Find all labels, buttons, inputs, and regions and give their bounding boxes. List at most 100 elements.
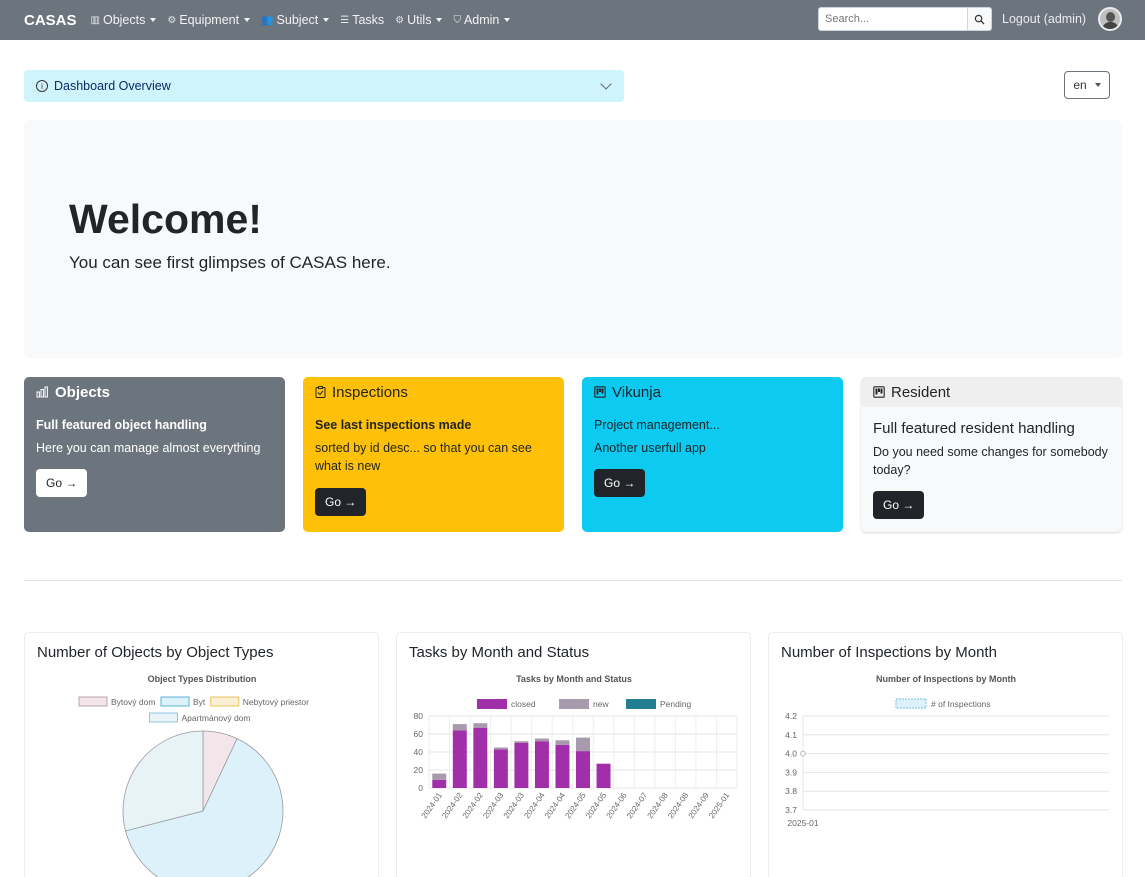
inspections-card-title: Inspections xyxy=(332,383,408,401)
resident-card-header: Resident xyxy=(861,377,1122,407)
resident-card-title: Resident xyxy=(891,383,951,401)
objects-card-text: Here you can manage almost everything xyxy=(36,441,261,455)
y-tick-label: 3.9 xyxy=(785,767,797,777)
nav-equipment-label: Equipment xyxy=(179,13,240,27)
inspections-chart-card: Number of Inspections by Month Number of… xyxy=(768,632,1123,877)
vikunja-go-button[interactable]: Go → xyxy=(594,469,646,497)
shield-icon: ⛉ xyxy=(453,14,461,26)
legend-swatch xyxy=(626,699,656,709)
resident-card-text: Do you need some changes for somebody to… xyxy=(873,445,1108,477)
chart-title: Tasks by Month and Status xyxy=(516,674,632,684)
caret-down-icon xyxy=(1094,83,1101,87)
y-tick-label: 80 xyxy=(414,711,424,721)
vikunja-card-header: Vikunja xyxy=(582,377,843,407)
y-tick-label: 4.2 xyxy=(785,711,797,721)
chart-title: Object Types Distribution xyxy=(148,674,257,684)
legend-swatch xyxy=(477,699,507,709)
caret-down-icon xyxy=(323,18,330,22)
search-input[interactable] xyxy=(818,7,968,31)
bar-closed xyxy=(576,751,590,788)
objects-go-button[interactable]: Go → xyxy=(36,469,88,497)
y-tick-label: 3.8 xyxy=(785,786,797,796)
inspections-card-header: Inspections xyxy=(303,377,564,407)
hero-title: Welcome! xyxy=(69,196,262,242)
list-icon: ☰ xyxy=(340,14,350,26)
bar-new xyxy=(555,740,570,745)
bar-closed xyxy=(555,744,570,788)
bar-closed xyxy=(534,741,549,788)
y-tick-label: 3.7 xyxy=(785,805,797,815)
bar-closed xyxy=(596,763,611,788)
objects-card-header: Objects xyxy=(24,377,285,407)
y-tick-label: 20 xyxy=(414,765,424,775)
bar-new xyxy=(514,741,529,743)
y-tick-label: 4.1 xyxy=(785,730,797,740)
legend-label: # of Inspections xyxy=(931,699,991,709)
bar-closed xyxy=(473,727,488,788)
y-tick-label: 40 xyxy=(414,747,424,757)
kanban-icon xyxy=(594,386,606,398)
dashboard-overview-accordion[interactable]: i Dashboard Overview xyxy=(24,70,624,102)
bar-new xyxy=(534,738,549,742)
search-group xyxy=(818,7,992,31)
accordion-title: Dashboard Overview xyxy=(54,79,171,93)
nav-tasks[interactable]: ☰ Tasks xyxy=(340,13,384,27)
section-divider xyxy=(24,580,1122,581)
tasks-chart-card: Tasks by Month and Status Tasks by Month… xyxy=(396,632,751,877)
kanban-icon xyxy=(873,386,885,398)
nav-tasks-label: Tasks xyxy=(352,13,385,27)
y-tick-label: 60 xyxy=(414,729,424,739)
logout-link[interactable]: Logout (admin) xyxy=(1002,12,1086,26)
chevron-down-icon xyxy=(600,78,612,90)
objects-card-subtitle: Full featured object handling xyxy=(36,418,207,432)
legend-swatch xyxy=(895,698,927,709)
x-tick-label: 2025-01 xyxy=(707,791,732,821)
y-tick-label: 4.0 xyxy=(785,749,797,759)
nav-subject[interactable]: 👥 Subject xyxy=(261,13,330,27)
bar-chart: Tasks by Month and Status closed new Pendin… xyxy=(414,674,738,821)
bar-chart-icon xyxy=(36,386,48,398)
vikunja-card-subtitle: Project management... xyxy=(594,418,720,432)
objects-card-title: Objects xyxy=(55,383,111,401)
pie-chart: Object Types Distribution Bytový dom Byt Ne… xyxy=(78,674,309,877)
y-tick-label: 0 xyxy=(418,783,423,793)
caret-down-icon xyxy=(436,18,443,22)
nav-admin[interactable]: ⛉ Admin xyxy=(453,13,511,27)
bar-closed xyxy=(514,743,529,788)
search-button[interactable] xyxy=(968,7,992,31)
legend-swatch xyxy=(149,712,178,723)
vikunja-card: Vikunja Project management... Another us… xyxy=(582,377,843,532)
bar-new xyxy=(452,724,467,731)
legend-label: Bytový dom xyxy=(111,697,155,707)
bar-new xyxy=(493,747,508,750)
legend-label: Byt xyxy=(193,697,206,707)
legend-label: Apartmánový dom xyxy=(182,713,251,723)
resident-card-subtitle: Full featured resident handling xyxy=(873,420,1075,437)
info-icon: i xyxy=(36,80,48,92)
welcome-hero: Welcome! You can see first glimpses of C… xyxy=(24,120,1122,358)
resident-go-button[interactable]: Go → xyxy=(873,491,925,519)
navbar: CASAS ▥ Objects ⚙ Equipment 👥 Subject ☰ … xyxy=(0,0,1145,40)
bar-new xyxy=(432,773,447,780)
nav-admin-label: Admin xyxy=(463,13,500,27)
language-dropdown[interactable]: en xyxy=(1064,71,1110,99)
caret-down-icon xyxy=(244,18,251,22)
search-icon xyxy=(974,14,985,25)
avatar[interactable] xyxy=(1098,7,1122,31)
line-chart: Number of Inspections by Month # of Inspe… xyxy=(785,674,1109,828)
nav-equipment[interactable]: ⚙ Equipment xyxy=(167,13,251,27)
inspections-card-subtitle: See last inspections made xyxy=(315,418,472,432)
nav-utils[interactable]: ⚙ Utils xyxy=(395,13,443,27)
legend-swatch xyxy=(210,696,240,707)
nav-objects[interactable]: ▥ Objects xyxy=(91,13,157,27)
nav-subject-label: Subject xyxy=(276,13,319,27)
inspections-card: Inspections See last inspections made so… xyxy=(303,377,564,532)
chart-title: Number of Inspections by Month xyxy=(876,674,1016,684)
inspections-card-text: sorted by id desc... so that you can see… xyxy=(315,441,532,473)
bar-new xyxy=(576,737,590,752)
caret-down-icon xyxy=(150,18,157,22)
inspections-go-button[interactable]: Go → xyxy=(315,488,367,516)
gear-icon: ⚙ xyxy=(167,14,177,26)
brand-logo[interactable]: CASAS xyxy=(24,12,77,29)
legend-swatch xyxy=(78,696,108,707)
